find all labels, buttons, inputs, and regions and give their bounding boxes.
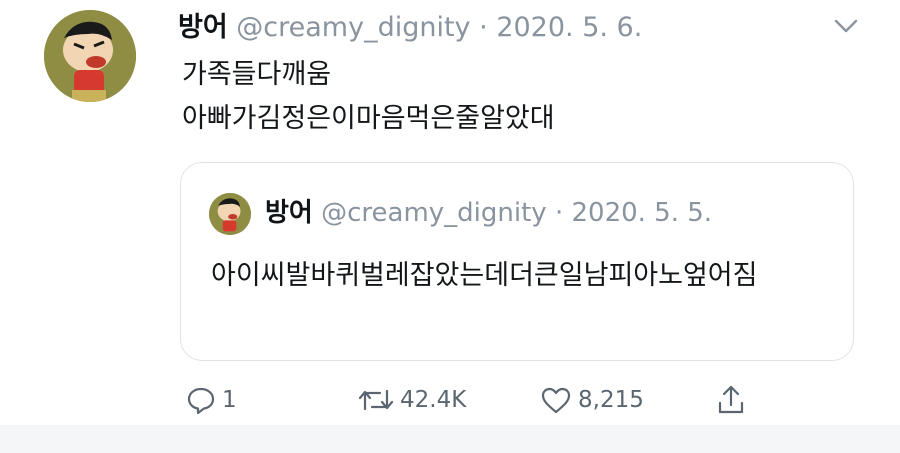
quoted-handle: @creamy_dignity <box>321 198 547 228</box>
reply-count: 1 <box>222 387 237 413</box>
share-button[interactable] <box>716 378 746 422</box>
action-bar: 1 42.4K 8,215 <box>0 378 900 422</box>
retweet-icon <box>358 389 394 411</box>
quoted-header: 방어 @creamy_dignity · 2020. 5. 5. <box>265 197 712 229</box>
like-count: 8,215 <box>578 387 644 413</box>
tweet-text-line-1: 가족들다깨움 <box>182 59 332 90</box>
chevron-down-icon[interactable] <box>832 14 860 38</box>
quoted-avatar <box>209 193 251 235</box>
tweet-text-line-2: 아빠가김정은이마음먹은줄알았대 <box>182 103 555 134</box>
reply-icon <box>187 387 215 415</box>
avatar-image <box>44 10 136 102</box>
quoted-date: 2020. 5. 5. <box>571 198 713 228</box>
retweet-count: 42.4K <box>400 387 467 413</box>
quoted-separator: · <box>554 198 564 228</box>
like-icon <box>541 387 571 414</box>
retweet-button[interactable]: 42.4K <box>358 378 466 422</box>
tweet: 방어 @creamy_dignity · 2020. 5. 6. 가족들다깨움 … <box>0 0 900 425</box>
avatar[interactable] <box>44 10 136 102</box>
separator: · <box>479 12 488 43</box>
tweet-header: 방어 @creamy_dignity · 2020. 5. 6. <box>178 11 642 45</box>
tweet-date[interactable]: 2020. 5. 6. <box>496 12 642 43</box>
footer-band <box>0 425 900 453</box>
reply-button[interactable]: 1 <box>186 378 237 422</box>
handle[interactable]: @creamy_dignity <box>236 12 470 43</box>
display-name[interactable]: 방어 <box>178 12 228 43</box>
like-button[interactable]: 8,215 <box>540 378 644 422</box>
quoted-avatar-image <box>209 193 251 235</box>
share-icon <box>718 385 744 414</box>
quoted-tweet[interactable]: 방어 @creamy_dignity · 2020. 5. 5. 아이씨발바퀴벌… <box>180 162 854 361</box>
quoted-text: 아이씨발바퀴벌레잡았는데더큰일남피아노엎어짐 <box>211 260 758 291</box>
quoted-display-name: 방어 <box>265 198 313 228</box>
